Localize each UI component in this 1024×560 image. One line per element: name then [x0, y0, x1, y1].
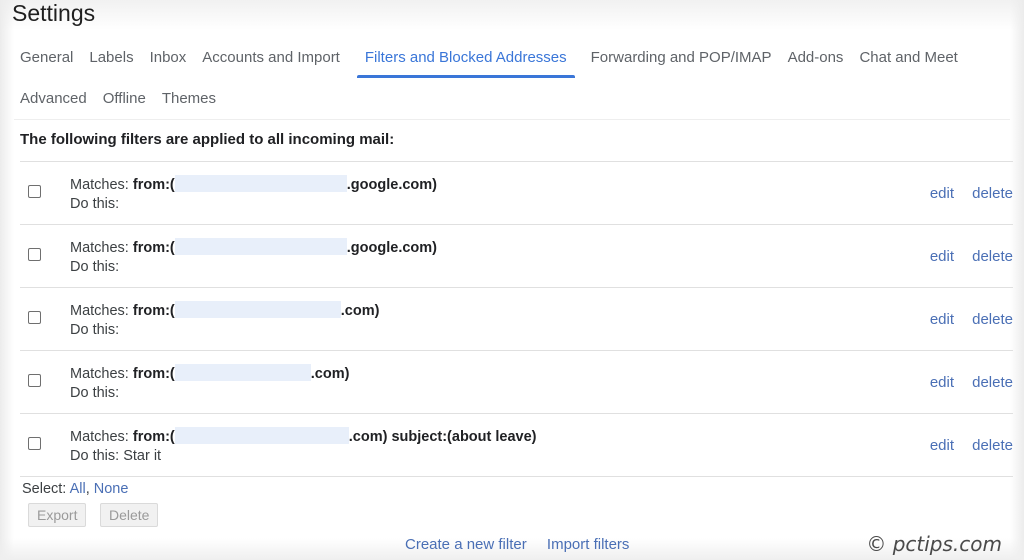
matches-label: Matches:: [70, 303, 129, 319]
criteria-suffix: .com): [348, 429, 388, 445]
action-value: Star it: [123, 448, 162, 464]
filter-action: Do this:: [70, 196, 119, 212]
criteria-suffix: .google.com): [346, 240, 437, 256]
matches-label: Matches:: [70, 366, 129, 382]
action-label: Do this:: [70, 322, 120, 338]
filter-row: Matches: from:( .com) Do this: edit delet…: [20, 350, 1013, 413]
criteria-suffix: .google.com): [346, 177, 437, 193]
filter-list: Matches: from:( .google.com) Do this: edi…: [20, 161, 1013, 477]
tab-general[interactable]: General: [20, 44, 73, 76]
criteria-suffix: .com): [310, 366, 350, 382]
delete-selected-button[interactable]: Delete: [100, 503, 158, 527]
filter-criteria: Matches: from:( .google.com): [70, 175, 437, 193]
tab-chat-and-meet[interactable]: Chat and Meet: [859, 44, 957, 76]
create-filter-link[interactable]: Create a new filter: [405, 536, 527, 553]
filter-row: Matches: from:( .com) subject:(about leav…: [20, 413, 1013, 477]
tab-row-1: General Labels Inbox Accounts and Import…: [20, 44, 1004, 78]
criteria-prefix: from:(: [132, 429, 175, 445]
filters-heading: The following filters are applied to all…: [20, 131, 395, 148]
edit-filter-link[interactable]: edit: [930, 185, 954, 202]
delete-filter-link[interactable]: delete: [972, 311, 1013, 328]
tab-row-2: Advanced Offline Themes: [20, 85, 1004, 117]
tab-filters-and-blocked-addresses[interactable]: Filters and Blocked Addresses: [356, 44, 575, 78]
redacted-address: [174, 175, 347, 192]
edit-filter-link[interactable]: edit: [930, 311, 954, 328]
filter-criteria: Matches: from:( .com) subject:(about leav…: [70, 427, 537, 445]
delete-filter-link[interactable]: delete: [972, 185, 1013, 202]
filter-checkbox[interactable]: [28, 311, 41, 324]
footer-links: Create a new filter Import filters: [405, 536, 645, 553]
filter-checkbox[interactable]: [28, 374, 41, 387]
filter-action: Do this: Star it: [70, 448, 161, 464]
matches-label: Matches:: [70, 240, 129, 256]
filter-criteria: Matches: from:( .google.com): [70, 238, 437, 256]
divider: [14, 119, 1010, 120]
redacted-address: [174, 364, 311, 381]
tab-advanced[interactable]: Advanced: [20, 85, 87, 117]
criteria-prefix: from:(: [132, 366, 175, 382]
criteria-prefix: from:(: [132, 303, 175, 319]
filter-action: Do this:: [70, 259, 119, 275]
action-label: Do this:: [70, 196, 120, 212]
tab-labels[interactable]: Labels: [89, 44, 133, 76]
filter-checkbox[interactable]: [28, 437, 41, 450]
filter-criteria: Matches: from:( .com): [70, 364, 349, 382]
filter-criteria: Matches: from:( .com): [70, 301, 379, 319]
edit-filter-link[interactable]: edit: [930, 248, 954, 265]
settings-tabs: General Labels Inbox Accounts and Import…: [20, 44, 1004, 117]
export-button[interactable]: Export: [28, 503, 86, 527]
edit-filter-link[interactable]: edit: [930, 374, 954, 391]
edit-filter-link[interactable]: edit: [930, 437, 954, 454]
delete-filter-link[interactable]: delete: [972, 374, 1013, 391]
tab-add-ons[interactable]: Add-ons: [788, 44, 844, 76]
watermark: © pctips.com: [866, 532, 1002, 556]
select-label: Select:: [22, 481, 67, 497]
action-label: Do this:: [70, 385, 120, 401]
criteria-suffix: .com): [340, 303, 380, 319]
action-label: Do this:: [70, 259, 120, 275]
shade: [0, 0, 14, 560]
import-filters-link[interactable]: Import filters: [547, 536, 630, 553]
filter-action: Do this:: [70, 322, 119, 338]
filter-action: Do this:: [70, 385, 119, 401]
tab-offline[interactable]: Offline: [103, 85, 146, 117]
redacted-address: [174, 238, 347, 255]
page-title: Settings: [12, 0, 96, 26]
matches-label: Matches:: [70, 177, 129, 193]
action-label: Do this:: [70, 448, 120, 464]
criteria-prefix: from:(: [132, 177, 175, 193]
select-all-link[interactable]: All: [70, 481, 86, 497]
delete-filter-link[interactable]: delete: [972, 437, 1013, 454]
filter-row: Matches: from:( .google.com) Do this: edi…: [20, 224, 1013, 287]
select-separator: ,: [85, 481, 90, 497]
criteria-prefix: from:(: [132, 240, 175, 256]
filter-checkbox[interactable]: [28, 248, 41, 261]
matches-label: Matches:: [70, 429, 129, 445]
tab-themes[interactable]: Themes: [162, 85, 216, 117]
redacted-address: [174, 427, 349, 444]
shade: [0, 0, 1024, 30]
filter-checkbox[interactable]: [28, 185, 41, 198]
tab-forwarding-and-pop-imap[interactable]: Forwarding and POP/IMAP: [591, 44, 772, 76]
filter-row: Matches: from:( .com) Do this: edit delet…: [20, 287, 1013, 350]
delete-filter-link[interactable]: delete: [972, 248, 1013, 265]
redacted-address: [174, 301, 341, 318]
filter-row: Matches: from:( .google.com) Do this: edi…: [20, 161, 1013, 224]
select-none-link[interactable]: None: [94, 481, 129, 497]
select-controls: Select: All, None: [22, 481, 128, 497]
criteria-extra: subject:(about leave): [387, 429, 537, 445]
tab-accounts-and-import[interactable]: Accounts and Import: [202, 44, 340, 76]
tab-inbox[interactable]: Inbox: [150, 44, 187, 76]
